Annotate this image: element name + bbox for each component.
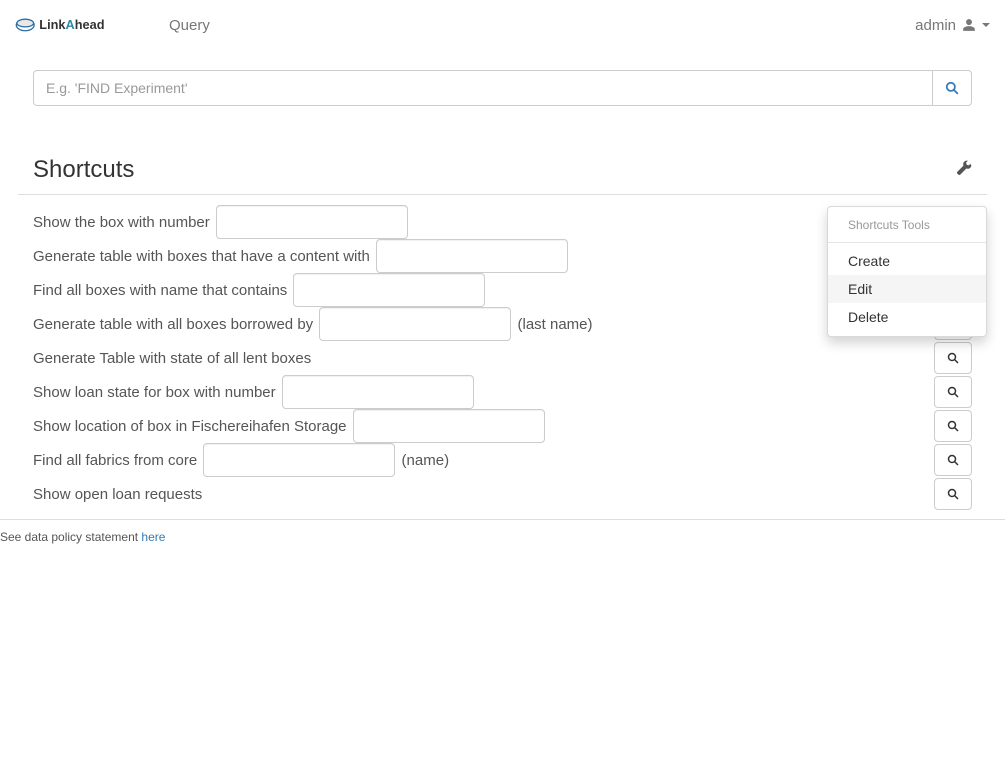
shortcuts-title: Shortcuts (33, 156, 956, 184)
tools-menu-item-edit[interactable]: Edit (828, 275, 986, 303)
shortcut-label: Find all fabrics from core (33, 452, 201, 469)
shortcuts-tools-button[interactable] (956, 160, 972, 181)
search-icon (947, 352, 959, 364)
footer-policy-link[interactable]: here (141, 530, 165, 544)
shortcuts-section: Shortcuts Show the box with number Gener… (0, 106, 1005, 511)
footer-text: See data policy statement (0, 530, 141, 544)
shortcuts-tools-menu: Shortcuts Tools CreateEditDelete (827, 206, 987, 337)
shortcut-input[interactable] (203, 443, 395, 477)
shortcut-input[interactable] (353, 409, 545, 443)
search-icon (945, 81, 959, 95)
shortcut-run-button[interactable] (934, 444, 972, 476)
tools-menu-item-delete[interactable]: Delete (828, 303, 986, 331)
logo-svg: LinkAhead (15, 13, 130, 37)
shortcut-label: Generate table with boxes that have a co… (33, 248, 374, 265)
shortcut-row: Show location of box in Fischereihafen S… (33, 409, 972, 443)
shortcut-run-button[interactable] (934, 478, 972, 510)
shortcut-label: Show location of box in Fischereihafen S… (33, 418, 351, 435)
shortcut-label-suffix: (last name) (513, 316, 592, 333)
search-icon (947, 386, 959, 398)
shortcut-label: Show open loan requests (33, 486, 202, 503)
shortcut-input[interactable] (293, 273, 485, 307)
logo[interactable]: LinkAhead (15, 13, 130, 37)
search-icon (947, 488, 959, 500)
user-icon (962, 18, 976, 32)
user-menu[interactable]: admin (915, 17, 990, 34)
tools-menu-header: Shortcuts Tools (828, 212, 986, 238)
wrench-icon (956, 160, 972, 176)
shortcut-label: Generate table with all boxes borrowed b… (33, 316, 317, 333)
shortcut-label: Show the box with number (33, 214, 214, 231)
navbar: LinkAhead Query admin (0, 0, 1005, 50)
shortcut-run-button[interactable] (934, 342, 972, 374)
svg-text:LinkAhead: LinkAhead (39, 17, 104, 32)
tools-menu-item-create[interactable]: Create (828, 247, 986, 275)
shortcut-label: Find all boxes with name that contains (33, 282, 291, 299)
shortcut-run-button[interactable] (934, 376, 972, 408)
footer: See data policy statement here (0, 519, 1005, 554)
search-icon (947, 420, 959, 432)
menu-divider (828, 242, 986, 243)
nav-query-link[interactable]: Query (154, 7, 225, 44)
searchbar (33, 70, 972, 106)
caret-down-icon (982, 23, 990, 27)
shortcut-row: Generate Table with state of all lent bo… (33, 341, 972, 375)
search-row (0, 50, 1005, 106)
shortcut-row: Find all fabrics from core (name) (33, 443, 972, 477)
shortcuts-header: Shortcuts (18, 156, 987, 195)
search-input[interactable] (33, 70, 932, 106)
shortcut-row: Show open loan requests (33, 477, 972, 511)
shortcut-label: Show loan state for box with number (33, 384, 280, 401)
shortcut-input[interactable] (282, 375, 474, 409)
shortcut-row: Show loan state for box with number (33, 375, 972, 409)
shortcut-input[interactable] (216, 205, 408, 239)
shortcut-label: Generate Table with state of all lent bo… (33, 350, 311, 367)
shortcut-label-suffix: (name) (397, 452, 449, 469)
search-button[interactable] (932, 70, 972, 106)
shortcut-input[interactable] (376, 239, 568, 273)
user-name-label: admin (915, 17, 956, 34)
shortcut-run-button[interactable] (934, 410, 972, 442)
shortcut-input[interactable] (319, 307, 511, 341)
search-icon (947, 454, 959, 466)
